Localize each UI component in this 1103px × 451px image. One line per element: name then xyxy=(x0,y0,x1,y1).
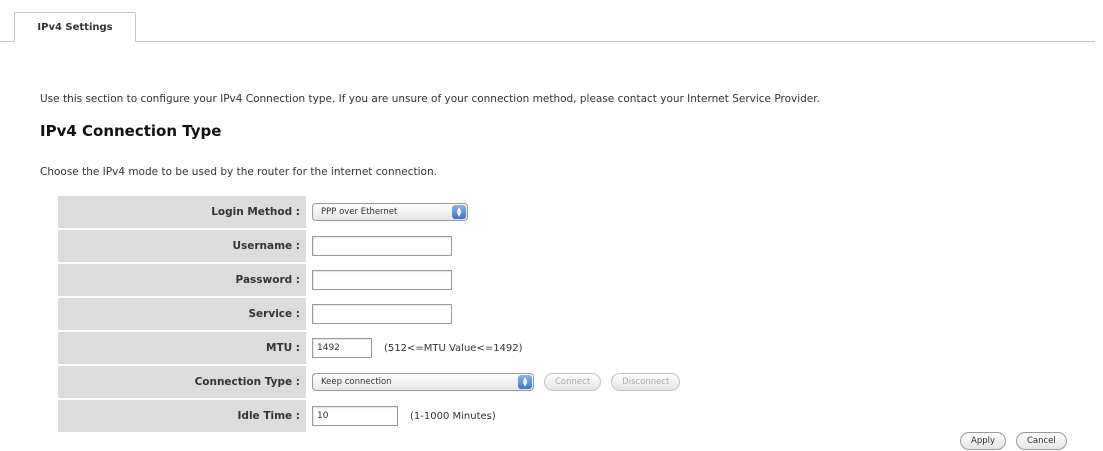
idle-time-label: Idle Time : xyxy=(58,400,306,432)
tab-ipv4-settings[interactable]: IPv4 Settings xyxy=(14,12,136,42)
apply-button[interactable]: Apply xyxy=(960,432,1006,450)
form-row-service: Service : xyxy=(58,298,1058,330)
username-field-cell xyxy=(306,230,1058,262)
login-method-value: PPP over Ethernet xyxy=(321,207,398,217)
username-label: Username : xyxy=(58,230,306,262)
tab-divider xyxy=(0,41,1095,42)
service-input[interactable] xyxy=(312,304,452,324)
form-actions: Apply Cancel xyxy=(960,432,1067,450)
idle-time-input[interactable] xyxy=(312,406,398,426)
login-method-label: Login Method : xyxy=(58,196,306,228)
disconnect-button[interactable]: Disconnect xyxy=(611,373,681,391)
idle-time-hint: (1-1000 Minutes) xyxy=(410,410,496,422)
connection-type-value: Keep connection xyxy=(321,377,392,387)
connection-type-field-cell: Keep connection ▲ ▼ Connect Disconnect xyxy=(306,366,1058,398)
password-input[interactable] xyxy=(312,270,452,290)
login-method-field: PPP over Ethernet ▲ ▼ xyxy=(306,196,1058,228)
username-input[interactable] xyxy=(312,236,452,256)
cancel-button[interactable]: Cancel xyxy=(1016,432,1067,450)
connection-type-select[interactable]: Keep connection ▲ ▼ xyxy=(312,373,534,391)
ipv4-form: Login Method : PPP over Ethernet ▲ ▼ User… xyxy=(58,196,1058,434)
tab-strip: IPv4 Settings xyxy=(0,10,1103,42)
form-row-idle-time: Idle Time : (1-1000 Minutes) xyxy=(58,400,1058,432)
mtu-input[interactable] xyxy=(312,338,372,358)
select-arrows-icon: ▲ ▼ xyxy=(452,205,466,219)
idle-time-field-cell: (1-1000 Minutes) xyxy=(306,400,1058,432)
section-description: Choose the IPv4 mode to be used by the r… xyxy=(40,166,437,178)
form-row-connection-type: Connection Type : Keep connection ▲ ▼ Con… xyxy=(58,366,1058,398)
intro-text: Use this section to configure your IPv4 … xyxy=(40,93,820,105)
select-arrows-icon: ▲ ▼ xyxy=(518,375,532,389)
service-label: Service : xyxy=(58,298,306,330)
password-field-cell xyxy=(306,264,1058,296)
login-method-select[interactable]: PPP over Ethernet ▲ ▼ xyxy=(312,203,468,221)
form-row-mtu: MTU : (512<=MTU Value<=1492) xyxy=(58,332,1058,364)
mtu-field-cell: (512<=MTU Value<=1492) xyxy=(306,332,1058,364)
connection-type-label: Connection Type : xyxy=(58,366,306,398)
form-row-password: Password : xyxy=(58,264,1058,296)
service-field-cell xyxy=(306,298,1058,330)
form-row-login-method: Login Method : PPP over Ethernet ▲ ▼ xyxy=(58,196,1058,228)
section-title: IPv4 Connection Type xyxy=(40,122,222,140)
form-row-username: Username : xyxy=(58,230,1058,262)
mtu-label: MTU : xyxy=(58,332,306,364)
connect-button[interactable]: Connect xyxy=(544,373,602,391)
password-label: Password : xyxy=(58,264,306,296)
ipv4-settings-page: IPv4 Settings Use this section to config… xyxy=(0,0,1103,451)
mtu-hint: (512<=MTU Value<=1492) xyxy=(384,342,523,354)
